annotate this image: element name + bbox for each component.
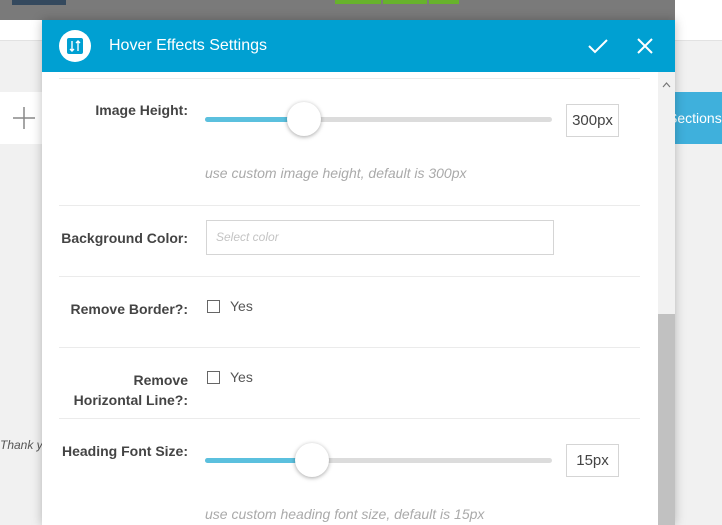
background-color-label: Background Color: bbox=[61, 230, 188, 246]
heading-font-size-hint: use custom heading font size, default is… bbox=[205, 506, 485, 522]
sort-icon bbox=[59, 30, 91, 62]
check-icon[interactable] bbox=[584, 32, 612, 60]
scroll-up-icon[interactable] bbox=[658, 78, 675, 90]
image-height-slider-handle[interactable] bbox=[287, 102, 321, 136]
background-color-placeholder: Select color bbox=[216, 230, 279, 244]
remove-border-option[interactable]: Yes bbox=[230, 298, 253, 314]
modal-content[interactable]: Image Height: 300px use custom image hei… bbox=[42, 72, 675, 525]
heading-font-size-value[interactable]: 15px bbox=[566, 444, 619, 477]
toolbar-green-button[interactable] bbox=[383, 0, 427, 4]
row-divider bbox=[59, 78, 640, 79]
plus-icon[interactable] bbox=[12, 106, 36, 130]
scrollbar-thumb[interactable] bbox=[658, 314, 675, 525]
modal-header: Hover Effects Settings bbox=[42, 20, 675, 72]
row-divider bbox=[59, 347, 640, 348]
settings-modal: Hover Effects Settings Image Height: 300… bbox=[42, 20, 675, 525]
remove-border-checkbox[interactable] bbox=[207, 300, 220, 313]
toolbar-green-button[interactable] bbox=[429, 0, 459, 4]
remove-horizontal-line-option[interactable]: Yes bbox=[230, 369, 253, 385]
image-height-value[interactable]: 300px bbox=[566, 104, 619, 137]
close-icon[interactable] bbox=[631, 32, 659, 60]
modal-title: Hover Effects Settings bbox=[109, 37, 267, 54]
remove-border-label: Remove Border?: bbox=[70, 301, 188, 317]
image-height-label: Image Height: bbox=[95, 102, 188, 118]
background-text: Thank y bbox=[0, 438, 42, 452]
heading-font-size-label: Heading Font Size: bbox=[62, 443, 188, 459]
remove-horizontal-line-checkbox[interactable] bbox=[207, 371, 220, 384]
row-divider bbox=[59, 205, 640, 206]
remove-horizontal-line-label: Remove bbox=[133, 372, 188, 388]
image-height-hint: use custom image height, default is 300p… bbox=[205, 165, 467, 181]
modal-scrollbar[interactable] bbox=[658, 72, 675, 525]
row-divider bbox=[59, 418, 640, 419]
sections-button-label: Sections bbox=[668, 110, 722, 126]
background-color-input[interactable]: Select color bbox=[206, 220, 554, 255]
toolbar-dark-tab bbox=[12, 0, 66, 5]
remove-horizontal-line-label-2: Horizontal Line?: bbox=[73, 392, 188, 408]
row-divider bbox=[59, 276, 640, 277]
toolbar-green-button[interactable] bbox=[335, 0, 381, 4]
heading-font-size-slider-handle[interactable] bbox=[295, 443, 329, 477]
heading-font-size-slider[interactable] bbox=[205, 458, 552, 463]
page-toolbar bbox=[0, 0, 675, 20]
image-height-slider[interactable] bbox=[205, 117, 552, 122]
